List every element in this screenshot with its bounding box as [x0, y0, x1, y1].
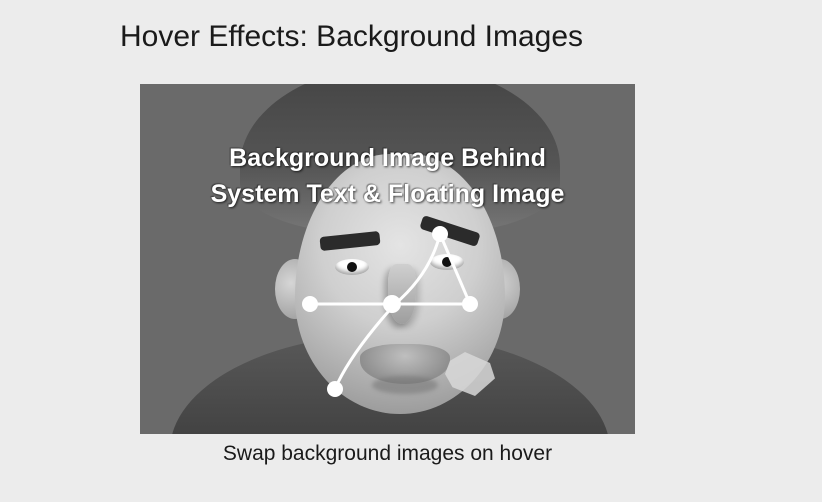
card-wrapper: Background Image Behind System Text & Fl…	[140, 84, 822, 466]
hover-card[interactable]: Background Image Behind System Text & Fl…	[140, 84, 635, 434]
overlay-text: Background Image Behind System Text & Fl…	[140, 140, 635, 213]
overlay-line-2: System Text & Floating Image	[211, 180, 565, 208]
network-graph-icon	[280, 214, 530, 414]
overlay-line-1: Background Image Behind	[229, 144, 546, 172]
page-title: Hover Effects: Background Images	[120, 20, 822, 54]
page: Hover Effects: Background Images	[0, 0, 822, 466]
card-caption: Swap background images on hover	[140, 442, 635, 466]
